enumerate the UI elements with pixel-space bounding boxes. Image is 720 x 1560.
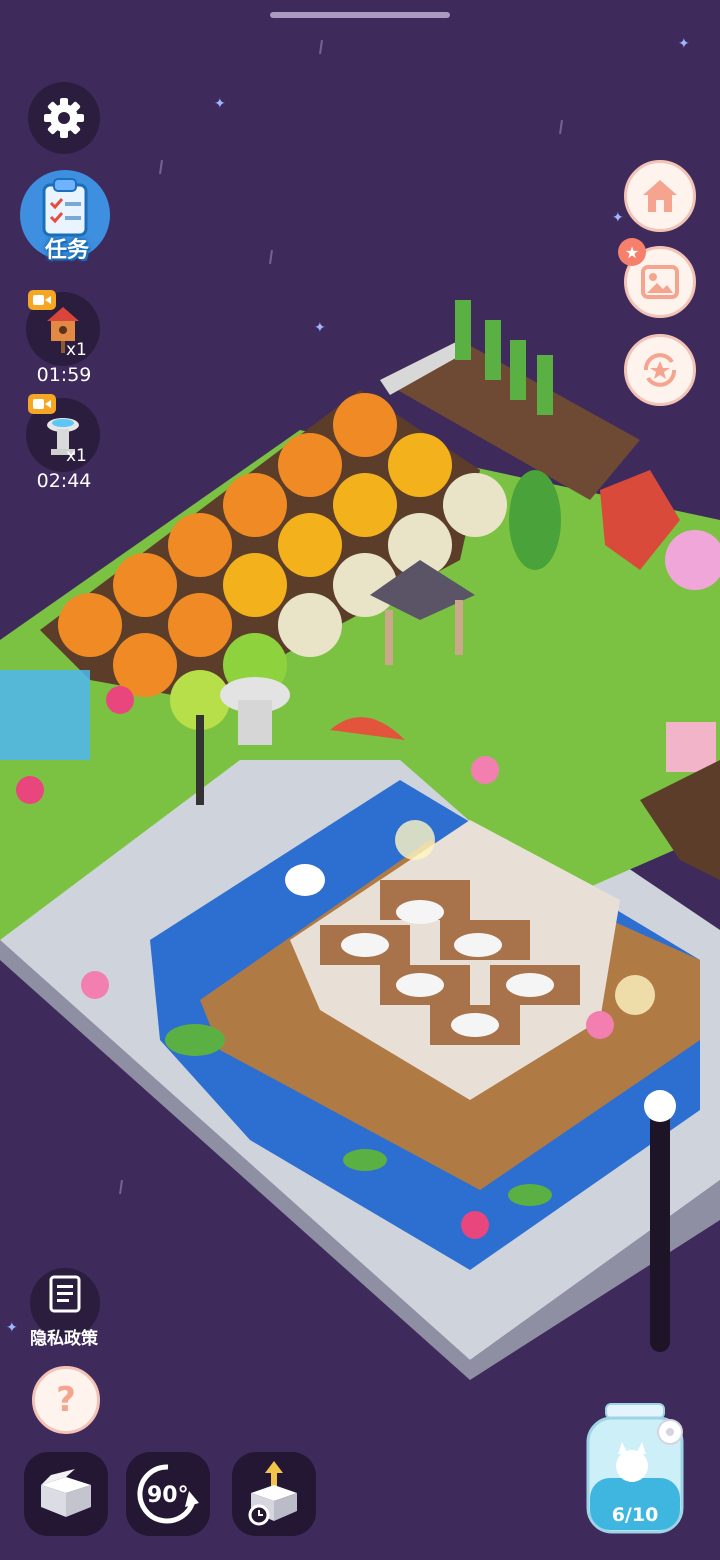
video-ad-icon [28, 290, 56, 310]
boost-timer: 02:44 [36, 470, 92, 492]
gallery-icon [641, 265, 679, 299]
boost-count: x1 [66, 340, 87, 360]
privacy-policy-label: 隐私政策 [30, 1329, 98, 1349]
clipboard-checklist-icon [42, 178, 88, 237]
zoom-slider-track[interactable] [650, 1104, 670, 1352]
storage-box-icon [41, 1469, 91, 1517]
home-button[interactable] [624, 160, 696, 232]
document-icon [49, 1275, 81, 1313]
home-icon [643, 180, 677, 212]
favorite-rotate-button[interactable] [624, 334, 696, 406]
video-ad-icon [28, 394, 56, 414]
boost-count: x1 [66, 446, 87, 466]
star-badge-icon: ★ [618, 238, 646, 266]
star-rotate-icon [644, 353, 676, 387]
zoom-slider-thumb[interactable] [644, 1090, 676, 1122]
help-button[interactable]: ? [32, 1366, 100, 1434]
rotate-label: 90° [147, 1483, 189, 1508]
missions-label: 任务 [44, 238, 89, 263]
jar-count: 6/10 [611, 1504, 659, 1526]
rotate-90-icon: 90° [137, 1464, 199, 1524]
question-mark-icon: ? [56, 1380, 76, 1420]
gear-icon [44, 98, 84, 138]
rotate-button[interactable]: 90° [126, 1452, 210, 1536]
settings-button[interactable] [28, 82, 100, 154]
boost-timer: 01:59 [36, 364, 92, 386]
place-item-button[interactable] [232, 1452, 316, 1536]
storage-button[interactable] [24, 1452, 108, 1536]
place-item-icon [248, 1461, 297, 1526]
